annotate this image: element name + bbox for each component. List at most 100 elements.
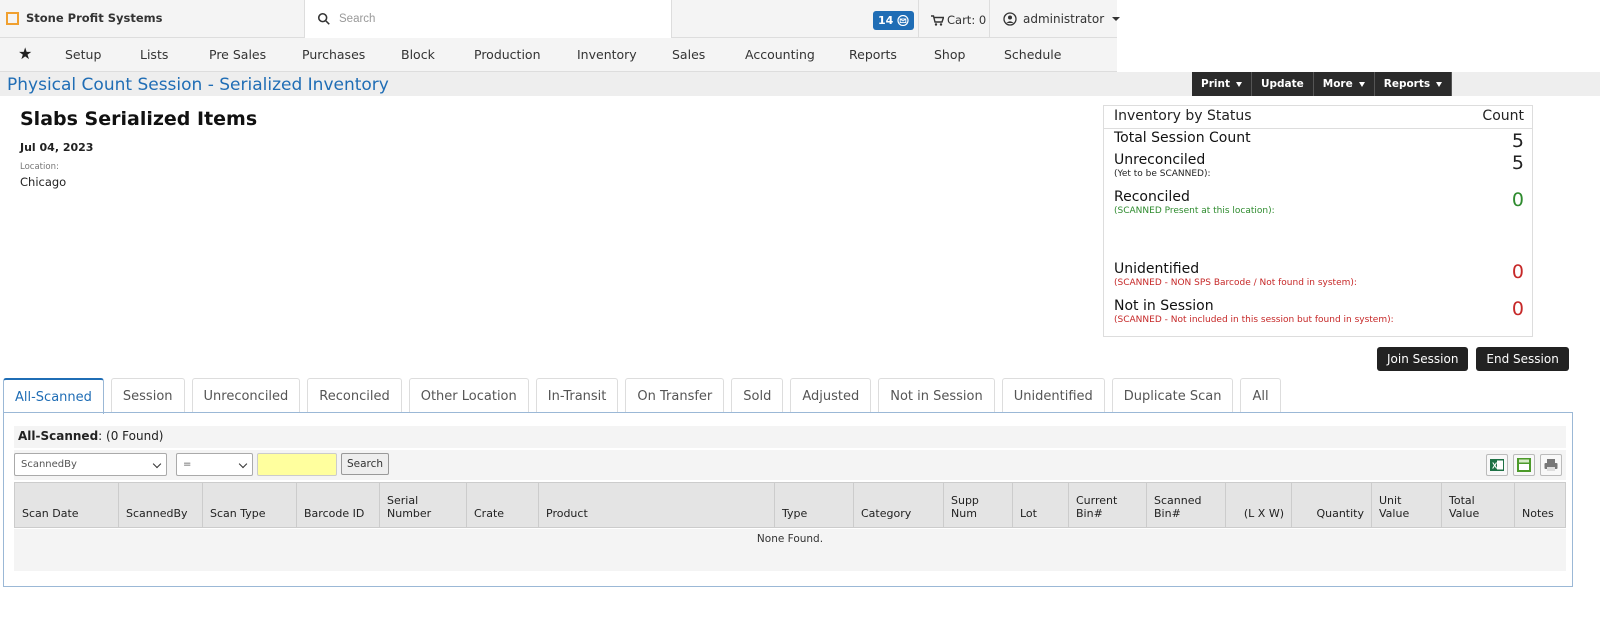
tab-sold[interactable]: Sold: [731, 378, 784, 413]
tab-on-transfer[interactable]: On Transfer: [625, 378, 725, 413]
status-sub: (SCANNED - Not included in this session …: [1114, 315, 1394, 325]
message-count: 14: [878, 14, 894, 27]
status-sub: (SCANNED Present at this location):: [1114, 206, 1275, 216]
col-scanned-by[interactable]: ScannedBy: [119, 483, 203, 527]
export-toolbar: X: [1481, 454, 1562, 476]
tab-in-transit[interactable]: In-Transit: [535, 378, 619, 413]
col-current-bin[interactable]: Current Bin#: [1069, 483, 1147, 527]
nav-item-reports[interactable]: Reports: [849, 47, 897, 62]
tab-unreconciled[interactable]: Unreconciled: [191, 378, 301, 413]
excel-export-icon[interactable]: X: [1486, 454, 1508, 476]
chevron-down-icon: [238, 459, 248, 469]
caret-down-icon: [1436, 81, 1443, 87]
col-lot[interactable]: Lot: [1013, 483, 1069, 527]
status-label: Unreconciled: [1114, 152, 1206, 168]
nav-item-sales[interactable]: Sales: [672, 47, 705, 62]
printer-icon[interactable]: [1540, 454, 1562, 476]
col-serial-number[interactable]: Serial Number: [380, 483, 467, 527]
col-unit-value[interactable]: Unit Value: [1372, 483, 1442, 527]
col-crate[interactable]: Crate: [467, 483, 539, 527]
tab-not-in-session[interactable]: Not in Session: [878, 378, 995, 413]
nav-item-shop[interactable]: Shop: [934, 47, 965, 62]
col-supp-num[interactable]: Supp Num: [944, 483, 1013, 527]
end-session-button[interactable]: End Session: [1476, 347, 1569, 371]
caret-down-icon: [1235, 81, 1242, 87]
status-label: Unidentified: [1114, 261, 1200, 277]
nav-item-lists[interactable]: Lists: [140, 47, 168, 62]
top-bar: Stone Profit Systems 14 Cart: 0 administ…: [0, 0, 1121, 38]
status-count[interactable]: 0: [1512, 189, 1524, 211]
col-scan-date[interactable]: Scan Date: [15, 483, 119, 527]
tab-duplicate-scan[interactable]: Duplicate Scan: [1111, 378, 1234, 413]
nav-item-production[interactable]: Production: [474, 47, 541, 62]
status-count[interactable]: 5: [1512, 130, 1524, 152]
user-menu[interactable]: administrator: [1003, 12, 1121, 26]
status-row-total: Total Session Count 5: [1114, 130, 1524, 152]
tab-unidentified[interactable]: Unidentified: [1001, 378, 1105, 413]
cart-label: Cart: 0: [947, 13, 987, 27]
nav-item-setup[interactable]: Setup: [65, 47, 101, 62]
messages-badge[interactable]: 14: [873, 11, 915, 30]
nav-item-block[interactable]: Block: [401, 47, 435, 62]
update-label: Update: [1260, 78, 1304, 90]
reports-button[interactable]: Reports: [1374, 72, 1453, 96]
nav-item-inventory[interactable]: Inventory: [577, 47, 637, 62]
user-name: administrator: [1023, 12, 1105, 26]
col-barcode-id[interactable]: Barcode ID: [297, 483, 380, 527]
col-product[interactable]: Product: [539, 483, 775, 527]
col-scan-type[interactable]: Scan Type: [203, 483, 297, 527]
session-buttons: Join Session End Session: [1377, 347, 1577, 371]
filter-field-select[interactable]: ScannedBy: [14, 453, 167, 476]
found-bar: All-Scanned: (0 Found): [14, 426, 1566, 448]
nav-item-schedule[interactable]: Schedule: [1004, 47, 1061, 62]
tab-all-scanned[interactable]: All-Scanned: [3, 378, 104, 414]
global-search: [304, 0, 672, 38]
filter-search-button[interactable]: Search: [341, 453, 390, 475]
tab-session[interactable]: Session: [110, 378, 185, 413]
chevron-down-icon: [152, 459, 162, 469]
star-icon[interactable]: ★: [18, 44, 32, 63]
tab-all[interactable]: All: [1240, 378, 1281, 413]
divider: [918, 0, 919, 38]
filter-value-input[interactable]: [257, 453, 337, 476]
col-total-value[interactable]: Total Value: [1442, 483, 1515, 527]
svg-text:X: X: [1492, 462, 1498, 471]
main-nav: ★ Setup Lists Pre Sales Purchases Block …: [0, 38, 1117, 72]
more-button[interactable]: More: [1313, 72, 1375, 96]
more-label: More: [1322, 78, 1353, 90]
status-sub: (SCANNED - NON SPS Barcode / Not found i…: [1114, 278, 1357, 288]
col-category[interactable]: Category: [854, 483, 944, 527]
col-l-x-w[interactable]: (L X W): [1226, 483, 1292, 527]
cart-link[interactable]: Cart: 0: [931, 13, 986, 27]
empty-message: None Found.: [756, 533, 824, 545]
tab-adjusted[interactable]: Adjusted: [790, 378, 872, 413]
filter-operator-select[interactable]: =: [176, 453, 253, 476]
csv-export-icon[interactable]: [1513, 454, 1535, 476]
status-count[interactable]: 0: [1512, 298, 1524, 320]
status-label: Reconciled: [1114, 189, 1190, 205]
brand[interactable]: Stone Profit Systems: [6, 11, 162, 25]
join-session-button[interactable]: Join Session: [1377, 347, 1469, 371]
status-header-count: Count: [1482, 108, 1524, 124]
tab-other-location[interactable]: Other Location: [408, 378, 529, 413]
tab-reconciled[interactable]: Reconciled: [307, 378, 402, 413]
session-date: Jul 04, 2023: [20, 141, 94, 154]
nav-item-accounting[interactable]: Accounting: [745, 47, 815, 62]
nav-item-purchases[interactable]: Purchases: [302, 47, 365, 62]
nav-item-pre-sales[interactable]: Pre Sales: [209, 47, 266, 62]
status-header-label: Inventory by Status: [1114, 108, 1252, 124]
col-scanned-bin[interactable]: Scanned Bin#: [1147, 483, 1226, 527]
search-input[interactable]: [339, 13, 659, 25]
reports-label: Reports: [1383, 78, 1431, 90]
col-quantity[interactable]: Quantity: [1292, 483, 1372, 527]
update-button[interactable]: Update: [1251, 72, 1314, 96]
col-type[interactable]: Type: [775, 483, 854, 527]
print-button[interactable]: Print: [1192, 72, 1252, 96]
action-toolbar: Print Update More Reports: [1192, 72, 1453, 96]
status-count[interactable]: 5: [1512, 152, 1524, 174]
col-notes[interactable]: Notes: [1515, 483, 1565, 527]
status-label: Not in Session: [1114, 298, 1214, 314]
status-count[interactable]: 0: [1512, 261, 1524, 283]
location-label: Location:: [20, 162, 59, 172]
tab-panel: All-Scanned: (0 Found) ScannedBy = Searc…: [3, 412, 1573, 587]
